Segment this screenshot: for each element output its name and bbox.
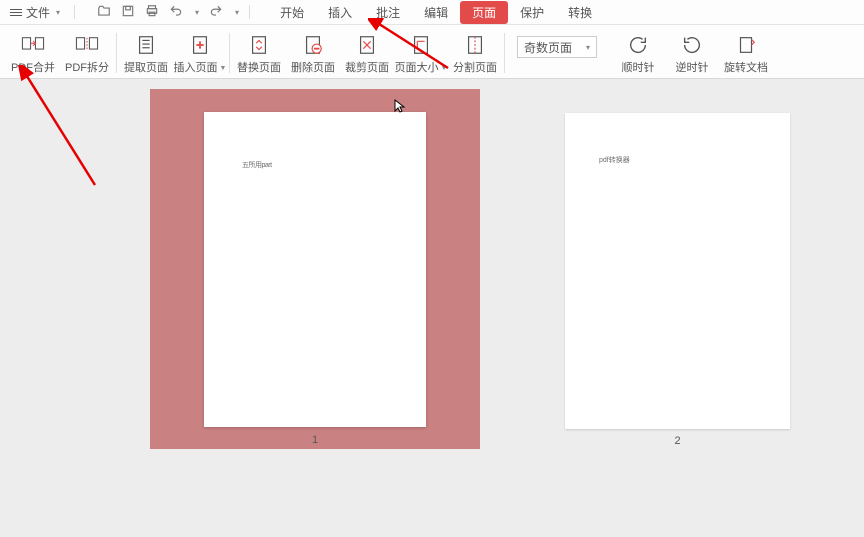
rotate-ccw-label: 逆时针 bbox=[676, 59, 709, 75]
rotate-doc-icon bbox=[733, 34, 759, 56]
insert-page-label: 插入页面 bbox=[174, 59, 218, 75]
qat-more-icon[interactable]: ▾ bbox=[235, 8, 239, 17]
insert-page-button[interactable]: 插入页面▼ bbox=[173, 28, 227, 78]
split-icon bbox=[74, 34, 100, 56]
page-thumbnail-1[interactable]: 五所用part 1 bbox=[150, 89, 480, 537]
chevron-down-icon: ▼ bbox=[441, 65, 448, 72]
tab-start[interactable]: 开始 bbox=[268, 1, 316, 24]
page-content: 五所用part bbox=[204, 112, 426, 427]
page-text: 五所用part bbox=[242, 162, 272, 169]
rotate-cw-label: 顺时针 bbox=[622, 59, 655, 75]
page-content: pdf转换器 bbox=[565, 113, 790, 429]
replace-page-label: 替换页面 bbox=[237, 59, 281, 75]
replace-page-button[interactable]: 替换页面 bbox=[232, 28, 286, 78]
rotate-doc-button[interactable]: 旋转文档 bbox=[719, 28, 773, 78]
page-number: 2 bbox=[565, 435, 790, 447]
extract-icon bbox=[133, 34, 159, 56]
dropdown-value: 奇数页面 bbox=[524, 39, 572, 56]
rotate-cw-icon bbox=[625, 34, 651, 56]
rotate-doc-label: 旋转文档 bbox=[724, 59, 768, 75]
delete-page-label: 删除页面 bbox=[291, 59, 335, 75]
cursor-icon bbox=[394, 99, 406, 116]
divide-page-button[interactable]: 分割页面 bbox=[448, 28, 502, 78]
delete-icon bbox=[300, 34, 326, 56]
pdf-split-button[interactable]: PDF拆分 bbox=[60, 28, 114, 78]
print-icon[interactable] bbox=[145, 4, 159, 21]
page-size-label: 页面大小 bbox=[395, 59, 439, 75]
page-area: 五所用part 1 pdf转换器 2 bbox=[0, 79, 864, 537]
pdf-merge-label: PDF合并 bbox=[11, 59, 55, 75]
pagesize-icon bbox=[408, 34, 434, 56]
separator bbox=[229, 33, 230, 73]
ribbon: PDF合并 PDF拆分 提取页面 插入页面▼ 替换页面 删除页面 裁剪页面 页面… bbox=[0, 25, 864, 79]
topbar: 文件 ▾ ▾ ▾ 开始 插入 批注 编辑 页面 保护 转换 bbox=[0, 0, 864, 25]
page-filter-dropdown[interactable]: 奇数页面 ▾ bbox=[517, 36, 597, 58]
tab-insert[interactable]: 插入 bbox=[316, 1, 364, 24]
rotate-cw-button[interactable]: 顺时针 bbox=[611, 28, 665, 78]
redo-icon[interactable] bbox=[209, 4, 223, 21]
extract-page-button[interactable]: 提取页面 bbox=[119, 28, 173, 78]
divide-page-label: 分割页面 bbox=[453, 59, 497, 75]
replace-icon bbox=[246, 34, 272, 56]
chevron-down-icon: ▼ bbox=[220, 65, 227, 72]
crop-page-label: 裁剪页面 bbox=[345, 59, 389, 75]
rotate-ccw-button[interactable]: 逆时针 bbox=[665, 28, 719, 78]
delete-page-button[interactable]: 删除页面 bbox=[286, 28, 340, 78]
divide-icon bbox=[462, 34, 488, 56]
pdf-split-label: PDF拆分 bbox=[65, 59, 109, 75]
pdf-merge-button[interactable]: PDF合并 bbox=[6, 28, 60, 78]
tab-annotate[interactable]: 批注 bbox=[364, 1, 412, 24]
chevron-down-icon: ▾ bbox=[56, 8, 60, 17]
separator bbox=[116, 33, 117, 73]
separator bbox=[249, 5, 250, 19]
file-menu-button[interactable]: 文件 ▾ bbox=[6, 2, 64, 23]
tab-protect[interactable]: 保护 bbox=[508, 1, 556, 24]
undo-dropdown-icon[interactable]: ▾ bbox=[195, 8, 199, 17]
tab-convert[interactable]: 转换 bbox=[556, 1, 604, 24]
page-text: pdf转换器 bbox=[599, 157, 630, 164]
page-thumbnail-2[interactable]: pdf转换器 2 bbox=[565, 89, 790, 537]
separator bbox=[504, 33, 505, 73]
page-selection-frame: 五所用part 1 bbox=[150, 89, 480, 449]
rotate-ccw-icon bbox=[679, 34, 705, 56]
quick-access: ▾ ▾ bbox=[97, 4, 239, 21]
file-menu-label: 文件 bbox=[26, 4, 50, 21]
hamburger-icon bbox=[10, 7, 22, 18]
crop-icon bbox=[354, 34, 380, 56]
save-icon[interactable] bbox=[121, 4, 135, 21]
crop-page-button[interactable]: 裁剪页面 bbox=[340, 28, 394, 78]
tab-edit[interactable]: 编辑 bbox=[412, 1, 460, 24]
ribbon-tabs: 开始 插入 批注 编辑 页面 保护 转换 bbox=[268, 1, 604, 24]
extract-page-label: 提取页面 bbox=[124, 59, 168, 75]
page-number: 1 bbox=[150, 434, 480, 446]
undo-icon[interactable] bbox=[169, 4, 183, 21]
insert-icon bbox=[187, 34, 213, 56]
tab-page[interactable]: 页面 bbox=[460, 1, 508, 24]
chevron-down-icon: ▾ bbox=[586, 43, 590, 52]
open-icon[interactable] bbox=[97, 4, 111, 21]
merge-icon bbox=[20, 34, 46, 56]
page-size-button[interactable]: 页面大小▼ bbox=[394, 28, 448, 78]
separator bbox=[74, 5, 75, 19]
